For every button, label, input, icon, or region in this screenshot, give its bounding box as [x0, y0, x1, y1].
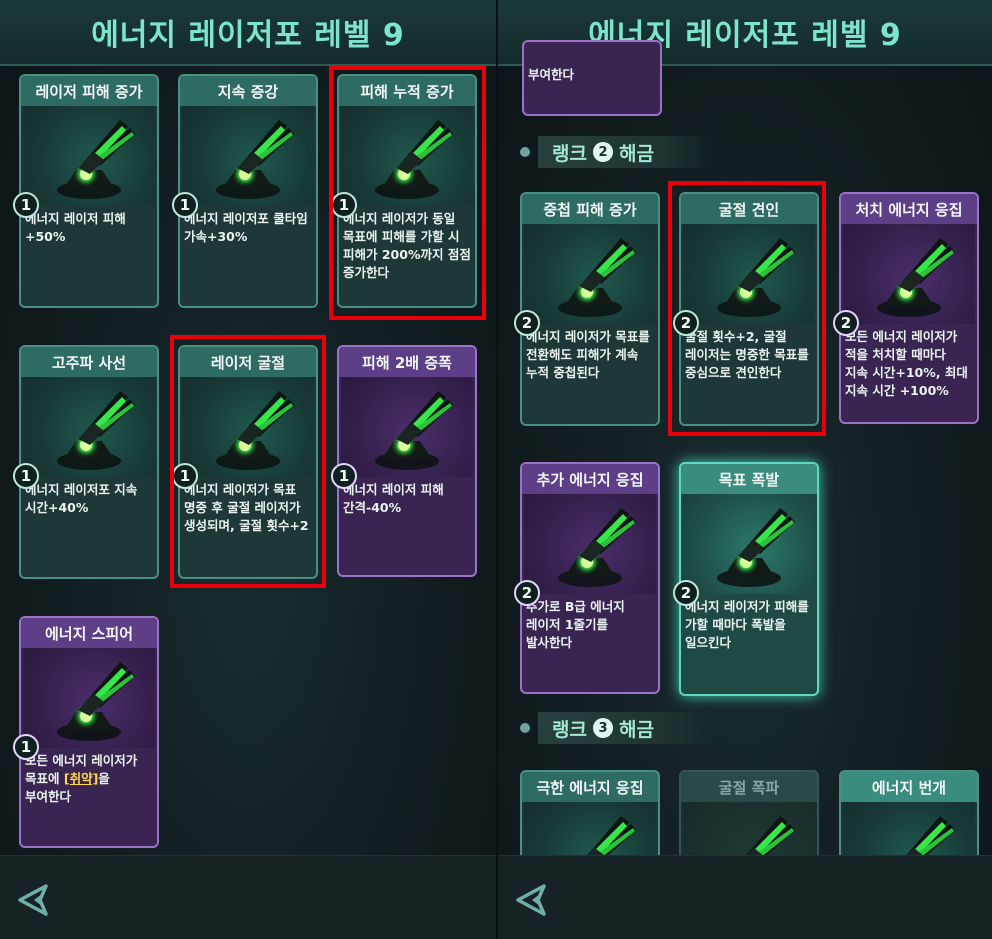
- vulnerable-keyword: [취약]: [63, 771, 99, 786]
- skill-card-kill-energy[interactable]: 처치 에너지 응집 모든 에너지 레이저가 적을 처치할 때마다 지속 시간+1…: [833, 192, 979, 424]
- skill-card-title: 레이저 피해 증가: [21, 76, 157, 106]
- skill-card-laser-refraction[interactable]: 레이저 굴절 에너지 레이저가 목표 명중 후 굴절 레이저가 생성되며, 굴절…: [172, 345, 318, 579]
- rank-badge: 1: [13, 463, 39, 489]
- rank-3-unlock-header: 랭크 3 해금: [520, 712, 714, 744]
- skill-card-damage-stack[interactable]: 피해 누적 증가 에너지 레이저가 동일 목표에 피해를 가할 시 피해가 20…: [331, 74, 477, 308]
- rank-badge: 2: [833, 310, 859, 336]
- energy-laser-cannon-icon: [683, 494, 815, 594]
- skill-card-title: 목표 폭발: [681, 464, 817, 494]
- skill-card-target-explosion[interactable]: 목표 폭발 에너지 레이저가 피해를 가할 때마다 폭발을 일으킨다 2: [673, 462, 819, 696]
- rank-badge: 1: [13, 192, 39, 218]
- rank-number: 3: [592, 718, 613, 738]
- energy-laser-cannon-icon: [23, 106, 155, 206]
- skill-card-desc: 에너지 레이저포 쿨타임 가속+30%: [184, 211, 308, 244]
- rank-dot-icon: [520, 147, 530, 157]
- skill-card-desc: 모든 에너지 레이저가 목표에 [취약]을 부여한다: [25, 752, 153, 806]
- skill-card-desc: 에너지 레이저 피해 간격-40%: [343, 482, 444, 515]
- rank-badge: 2: [673, 580, 699, 606]
- skill-card-title: 고주파 사선: [21, 347, 157, 377]
- energy-laser-cannon-icon: [524, 224, 656, 324]
- skill-card-title: 에너지 번개: [841, 772, 977, 802]
- rank-badge: 1: [172, 192, 198, 218]
- skill-card-desc: 모든 에너지 레이저가 적을 처치할 때마다 지속 시간+10%, 최대 지속 …: [845, 329, 968, 398]
- skill-card-double-amp[interactable]: 피해 2배 증폭 에너지 레이저 피해 간격-40% 1: [331, 345, 477, 577]
- energy-laser-cannon-icon: [341, 377, 473, 477]
- rank-unlock-label: 해금: [618, 718, 654, 741]
- rank-badge: 2: [673, 310, 699, 336]
- skill-card-desc: 에너지 레이저가 목표를 전환해도 피해가 계속 누적 중첩된다: [526, 329, 650, 380]
- rank-badge: 2: [514, 580, 540, 606]
- rank-label: 랭크: [552, 718, 587, 741]
- skill-card-title: 피해 누적 증가: [339, 76, 475, 106]
- energy-laser-cannon-icon: [182, 106, 314, 206]
- skill-card-extra-energy[interactable]: 추가 에너지 응집 추가로 B급 에너지 레이저 1줄기를 발사한다 2: [514, 462, 660, 694]
- energy-laser-cannon-icon: [23, 648, 155, 748]
- right-panel: 에너지 레이저포 레벨 9 부여한다 랭크 2 해금 중첩 피해 증가 에너지 …: [496, 0, 992, 939]
- skill-card-desc: 에너지 레이저가 동일 목표에 피해를 가할 시 피해가 200%까지 점점 증…: [343, 211, 471, 280]
- rank-label: 랭크: [552, 142, 587, 165]
- skill-card-desc: 에너지 레이저 피해 +50%: [25, 211, 126, 244]
- rank-unlock-label: 해금: [618, 142, 654, 165]
- skill-card-title: 굴절 견인: [681, 194, 817, 224]
- skill-card-desc: 굴절 횟수+2, 굴절 레이저는 명중한 목표를 중심으로 견인한다: [685, 329, 809, 380]
- skill-card-high-freq[interactable]: 고주파 사선 에너지 레이저포 지속 시간+40% 1: [13, 345, 159, 579]
- back-arrow-icon[interactable]: [14, 880, 54, 920]
- rank-dot-icon: [520, 723, 530, 733]
- skill-card-desc: 에너지 레이저가 목표 명중 후 굴절 레이저가 생성되며, 굴절 횟수+2: [184, 482, 309, 533]
- page-title: 에너지 레이저포 레벨 9: [91, 18, 405, 53]
- left-panel: 에너지 레이저포 레벨 9 레이저 피해 증가 에너지 레이저 피해 +50% …: [0, 0, 496, 939]
- skill-card-title: 레이저 굴절: [180, 347, 316, 377]
- skill-card-laser-damage[interactable]: 레이저 피해 증가 에너지 레이저 피해 +50% 1: [13, 74, 159, 308]
- skill-card-title: 에너지 스피어: [21, 618, 157, 648]
- rank-number: 2: [592, 142, 613, 162]
- skill-card-title: 중첩 피해 증가: [522, 194, 658, 224]
- bottom-bar: [0, 855, 496, 939]
- energy-laser-cannon-icon: [683, 224, 815, 324]
- skill-card-title: 처치 에너지 응집: [841, 194, 977, 224]
- skill-card-title: 지속 증강: [180, 76, 316, 106]
- skill-card-energy-spear[interactable]: 에너지 스피어 모든 에너지 레이저가 목표에 [취약]을 부여한다 1: [13, 616, 159, 848]
- back-arrow-icon[interactable]: [512, 880, 552, 920]
- bottom-bar: [498, 855, 992, 939]
- skill-card-refraction-pull[interactable]: 굴절 견인 굴절 횟수+2, 굴절 레이저는 명중한 목표를 중심으로 견인한다…: [673, 192, 819, 426]
- skill-card-title: 피해 2배 증폭: [339, 347, 475, 377]
- energy-laser-cannon-icon: [23, 377, 155, 477]
- skill-card-desc: 에너지 레이저가 피해를 가할 때마다 폭발을 일으킨다: [685, 599, 809, 650]
- energy-laser-cannon-icon: [182, 377, 314, 477]
- skill-card-title: 굴절 폭파: [681, 772, 817, 802]
- skill-card-desc: 추가로 B급 에너지 레이저 1줄기를 발사한다: [526, 599, 625, 650]
- skill-card-duration-boost[interactable]: 지속 증강 에너지 레이저포 쿨타임 가속+30% 1: [172, 74, 318, 308]
- energy-laser-cannon-icon: [341, 106, 473, 206]
- skill-card-stack-damage[interactable]: 중첩 피해 증가 에너지 레이저가 목표를 전환해도 피해가 계속 누적 중첩된…: [514, 192, 660, 426]
- energy-laser-cannon-icon: [524, 494, 656, 594]
- rank-2-unlock-header: 랭크 2 해금: [520, 136, 714, 168]
- skill-card-desc: 부여한다: [528, 67, 575, 82]
- skill-card-title: 추가 에너지 응집: [522, 464, 658, 494]
- skill-card-cutoff[interactable]: 부여한다: [522, 40, 662, 116]
- title-bar: 에너지 레이저포 레벨 9: [0, 0, 496, 66]
- rank-badge: 1: [331, 192, 357, 218]
- skill-card-title: 극한 에너지 응집: [522, 772, 658, 802]
- rank-badge: 1: [13, 734, 39, 760]
- rank-badge: 2: [514, 310, 540, 336]
- rank-badge: 1: [331, 463, 357, 489]
- rank-badge: 1: [172, 463, 198, 489]
- skill-card-desc: 에너지 레이저포 지속 시간+40%: [25, 482, 138, 515]
- energy-laser-cannon-icon: [843, 224, 975, 324]
